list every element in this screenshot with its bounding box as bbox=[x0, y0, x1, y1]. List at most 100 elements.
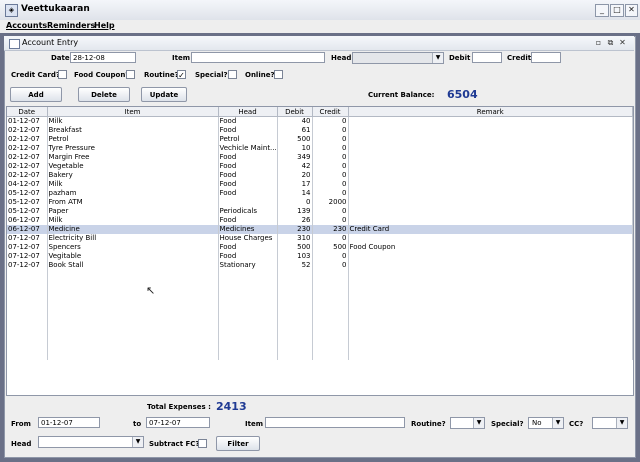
empty-cell bbox=[348, 351, 633, 360]
cell-date: 02-12-07 bbox=[7, 153, 48, 162]
menu-help[interactable]: Help bbox=[94, 21, 115, 30]
table-row[interactable]: 07-12-07 Spencers Food 500 500 Food Coupon bbox=[7, 243, 633, 252]
table-row[interactable]: 02-12-07 Margin Free Food 349 0 bbox=[7, 153, 633, 162]
cell-credit: 0 bbox=[312, 189, 349, 198]
cell-remark bbox=[348, 252, 633, 261]
menu-reminders[interactable]: Reminders bbox=[47, 21, 95, 30]
empty-cell bbox=[218, 324, 278, 333]
subtract-fc-checkbox[interactable] bbox=[198, 439, 207, 448]
table-row[interactable]: 06-12-07 Milk Food 26 0 bbox=[7, 216, 633, 225]
cell-head: Food bbox=[218, 171, 278, 180]
empty-row bbox=[7, 279, 633, 288]
table-row[interactable]: 02-12-07 Vegetable Food 42 0 bbox=[7, 162, 633, 171]
cell-item: Milk bbox=[47, 116, 219, 126]
cell-date: 02-12-07 bbox=[7, 135, 48, 144]
credit-field[interactable] bbox=[531, 52, 561, 63]
item-field[interactable] bbox=[191, 52, 325, 63]
credit-card-checkbox[interactable] bbox=[58, 70, 67, 79]
filter-button[interactable]: Filter bbox=[216, 436, 260, 451]
frame-maximize-icon[interactable]: ⧉ bbox=[606, 38, 615, 47]
cell-credit: 2000 bbox=[312, 198, 349, 207]
food-coupon-checkbox[interactable] bbox=[126, 70, 135, 79]
table-row[interactable]: 02-12-07 Breakfast Food 61 0 bbox=[7, 126, 633, 135]
column-header-item[interactable]: Item bbox=[47, 107, 219, 117]
empty-row bbox=[7, 342, 633, 351]
chevron-down-icon: ▼ bbox=[432, 53, 443, 63]
cell-item: Spencers bbox=[47, 243, 219, 252]
filter-special-combo[interactable]: No ▼ bbox=[528, 417, 564, 429]
delete-button[interactable]: Delete bbox=[78, 87, 130, 102]
column-header-head[interactable]: Head bbox=[218, 107, 278, 117]
empty-cell bbox=[7, 288, 48, 297]
empty-cell bbox=[47, 288, 219, 297]
empty-cell bbox=[47, 270, 219, 279]
date-field[interactable]: 28-12-08 bbox=[70, 52, 136, 63]
frame-iconify-icon[interactable]: ▫ bbox=[594, 38, 603, 47]
cell-item: Bakery bbox=[47, 171, 219, 180]
table-row[interactable]: 07-12-07 Vegitable Food 103 0 bbox=[7, 252, 633, 261]
column-header-remark[interactable]: Remark bbox=[348, 107, 633, 117]
minimize-icon[interactable]: _ bbox=[595, 4, 609, 17]
table-row[interactable]: 07-12-07 Electricity Bill House Charges 310… bbox=[7, 234, 633, 243]
filter-routine-combo[interactable]: ▼ bbox=[450, 417, 485, 429]
cell-date: 04-12-07 bbox=[7, 180, 48, 189]
table-row[interactable]: 02-12-07 Bakery Food 20 0 bbox=[7, 171, 633, 180]
table-row[interactable]: 02-12-07 Petrol Petrol 500 0 bbox=[7, 135, 633, 144]
cell-date: 07-12-07 bbox=[7, 261, 48, 270]
table-row[interactable]: 07-12-07 Book Stall Stationary 52 0 bbox=[7, 261, 633, 270]
window-title: Veettukaaran bbox=[21, 4, 90, 14]
cell-remark bbox=[348, 153, 633, 162]
cell-debit: 349 bbox=[277, 153, 313, 162]
cell-credit: 0 bbox=[312, 207, 349, 216]
cell-head: Petrol bbox=[218, 135, 278, 144]
column-header-debit[interactable]: Debit bbox=[277, 107, 313, 117]
table-row[interactable]: 02-12-07 Tyre Pressure Vechicle Maint... 10… bbox=[7, 144, 633, 153]
cell-item: From ATM bbox=[47, 198, 219, 207]
table-row[interactable]: 05-12-07 pazham Food 14 0 bbox=[7, 189, 633, 198]
empty-cell bbox=[277, 297, 313, 306]
empty-cell bbox=[348, 270, 633, 279]
table-row[interactable]: 05-12-07 Paper Periodicals 139 0 bbox=[7, 207, 633, 216]
add-button[interactable]: Add bbox=[10, 87, 62, 102]
debit-field[interactable] bbox=[472, 52, 502, 63]
empty-cell bbox=[7, 306, 48, 315]
table-row[interactable]: 01-12-07 Milk Food 40 0 bbox=[7, 116, 633, 126]
filter-head-combo[interactable]: ▼ bbox=[38, 436, 144, 448]
online-checkbox[interactable] bbox=[274, 70, 283, 79]
column-header-credit[interactable]: Credit bbox=[312, 107, 349, 117]
close-icon[interactable]: ✕ bbox=[625, 4, 638, 17]
chevron-down-icon: ▼ bbox=[132, 437, 143, 447]
credit-card-label: Credit Card? bbox=[11, 71, 60, 79]
table-row[interactable]: 06-12-07 Medicine Medicines 230 230 Credit Ca… bbox=[7, 225, 633, 234]
cell-head: House Charges bbox=[218, 234, 278, 243]
special-checkbox[interactable] bbox=[228, 70, 237, 79]
cell-credit: 0 bbox=[312, 153, 349, 162]
filter-cc-combo[interactable]: ▼ bbox=[592, 417, 628, 429]
subtract-fc-label: Subtract FC? bbox=[149, 440, 200, 448]
filter-item-field[interactable] bbox=[265, 417, 405, 428]
cell-debit: 42 bbox=[277, 162, 313, 171]
table-row[interactable]: 04-12-07 Milk Food 17 0 bbox=[7, 180, 633, 189]
cell-item: Vegitable bbox=[47, 252, 219, 261]
routine-checkbox[interactable]: ✓ bbox=[177, 70, 186, 80]
update-button[interactable]: Update bbox=[141, 87, 187, 102]
debit-label: Debit bbox=[449, 54, 471, 62]
empty-cell bbox=[7, 315, 48, 324]
cell-remark bbox=[348, 216, 633, 225]
empty-row bbox=[7, 333, 633, 342]
frame-titlebar: Account Entry ▫ ⧉ ✕ bbox=[4, 36, 634, 51]
head-combo[interactable]: ▼ bbox=[352, 52, 444, 64]
column-header-date[interactable]: Date bbox=[7, 107, 48, 117]
table-row[interactable]: 05-12-07 From ATM 0 2000 bbox=[7, 198, 633, 207]
filter-special-label: Special? bbox=[491, 420, 524, 428]
frame-close-icon[interactable]: ✕ bbox=[618, 38, 627, 47]
maximize-icon[interactable]: □ bbox=[610, 4, 624, 17]
empty-row bbox=[7, 315, 633, 324]
menu-accounts[interactable]: Accounts bbox=[6, 21, 47, 30]
transactions-table[interactable]: Date Item Head Debit Credit Remark 01-12… bbox=[6, 106, 634, 396]
cell-credit: 0 bbox=[312, 252, 349, 261]
to-date-field[interactable]: 07-12-07 bbox=[146, 417, 210, 428]
cell-head: Vechicle Maint... bbox=[218, 144, 278, 153]
from-date-field[interactable]: 01-12-07 bbox=[38, 417, 100, 428]
cell-debit: 52 bbox=[277, 261, 313, 270]
